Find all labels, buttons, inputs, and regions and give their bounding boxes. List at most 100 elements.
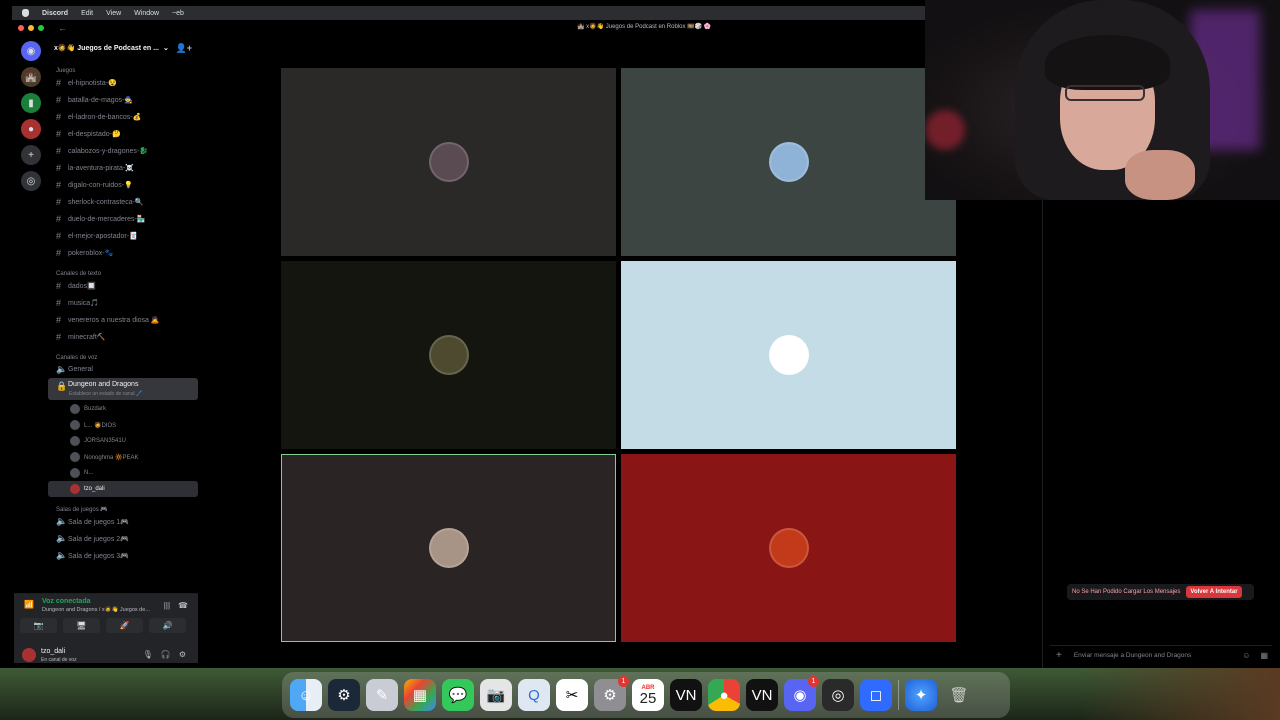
- avatar[interactable]: [22, 648, 36, 662]
- gear-icon[interactable]: ⚙: [179, 650, 186, 659]
- participant-tile[interactable]: [621, 454, 956, 642]
- channel-item[interactable]: # el-hipnotista-😵: [48, 74, 198, 91]
- channel-item[interactable]: # digalo-con-ruidos-💡: [48, 176, 198, 193]
- noise-suppression-icon[interactable]: |||: [164, 601, 170, 610]
- mic-icon[interactable]: 🎙: [143, 650, 153, 659]
- invite-icon[interactable]: 👤+: [176, 43, 192, 54]
- voice-user[interactable]: L... 🧔DIOS: [48, 417, 198, 433]
- add-attachment-icon[interactable]: +: [1056, 650, 1062, 661]
- voice-channel[interactable]: 🔈 Sala de juegos 3🎮: [48, 547, 198, 564]
- channel-item[interactable]: # minecraft⛏️: [48, 328, 198, 345]
- launchpad-icon[interactable]: ▦: [404, 679, 436, 711]
- channel-item[interactable]: # el-mejor-apostador-🃏: [48, 227, 198, 244]
- emoji-icon[interactable]: ☺: [1242, 651, 1250, 660]
- channel-item[interactable]: # duelo-de-mercaderes-🏪: [48, 210, 198, 227]
- screen-share-button[interactable]: 🖥: [63, 618, 100, 633]
- zoom-window-button[interactable]: [38, 25, 44, 31]
- voice-user[interactable]: N...: [48, 465, 198, 481]
- activities-button[interactable]: 🚀: [106, 618, 143, 633]
- server-icon-red[interactable]: ●: [21, 119, 41, 139]
- roblox-icon[interactable]: ◻: [860, 679, 892, 711]
- menu-view[interactable]: View: [106, 10, 121, 17]
- vn-editor-icon[interactable]: VN: [670, 679, 702, 711]
- close-window-button[interactable]: [18, 25, 24, 31]
- voice-channel[interactable]: 🔈 Sala de juegos 2🎮: [48, 530, 198, 547]
- voice-channel-general[interactable]: 🔈 General: [48, 361, 198, 378]
- avatar: [428, 335, 469, 375]
- discord-dock-icon[interactable]: ◉ 1: [784, 676, 819, 711]
- avatar: [70, 468, 80, 478]
- voice-user[interactable]: JORSAN3541U: [48, 433, 198, 449]
- menu-app-discord[interactable]: Discord: [42, 10, 68, 17]
- quicktime-icon[interactable]: Q: [518, 679, 550, 711]
- add-server-icon[interactable]: +: [21, 145, 41, 165]
- back-arrow-icon[interactable]: ←: [58, 23, 67, 33]
- avatar: [768, 142, 809, 182]
- retry-button[interactable]: Volver A Intentar: [1186, 586, 1242, 598]
- channel-item[interactable]: # pokeroblox-🐾: [48, 244, 198, 261]
- server-icon-green[interactable]: ▮: [21, 93, 41, 113]
- headphones-icon[interactable]: 🎧: [161, 650, 171, 659]
- voice-channel-path[interactable]: Dungeon and Dragons / x🧔👋 Juegos de...: [42, 607, 150, 613]
- chrome-icon[interactable]: ●: [708, 679, 740, 711]
- channel-item[interactable]: # el-despistado-🤔: [48, 125, 198, 142]
- trash-icon[interactable]: 🗑: [943, 679, 975, 711]
- screenshot-icon[interactable]: 📷: [480, 679, 512, 711]
- avatar: [70, 420, 80, 430]
- capcut-icon[interactable]: ✂: [556, 679, 588, 711]
- channel-item[interactable]: # sherlock-contrasteca-🔍: [48, 193, 198, 210]
- minimize-window-button[interactable]: [28, 25, 34, 31]
- soundboard-button[interactable]: 🔊: [149, 618, 186, 633]
- hash-icon: #: [56, 213, 62, 224]
- messages-icon[interactable]: 💬: [442, 679, 474, 711]
- calendar-icon[interactable]: ABR 25: [632, 679, 664, 711]
- channel-label: pokeroblox-🐾: [68, 249, 114, 257]
- participant-tile[interactable]: [281, 68, 616, 256]
- participant-tile-speaking[interactable]: [281, 454, 616, 642]
- apple-icon[interactable]: [22, 9, 29, 17]
- channel-item[interactable]: # el-ladron-de-bancos-💰: [48, 108, 198, 125]
- category-voz[interactable]: Canales de voz: [48, 349, 198, 361]
- menu-window[interactable]: Window: [134, 10, 159, 17]
- camera-off-button[interactable]: 📷: [20, 618, 57, 633]
- notes-icon[interactable]: ✎: [366, 679, 398, 711]
- channel-item[interactable]: # dados🔲: [48, 277, 198, 294]
- hash-icon: #: [56, 196, 62, 207]
- channel-item[interactable]: # musica🎵: [48, 294, 198, 311]
- channel-item[interactable]: # calabozos-y-dragones-🐉: [48, 142, 198, 159]
- user-name[interactable]: tzo_dali: [41, 648, 65, 655]
- voice-user[interactable]: Nonoghma 🔆PEAK: [48, 449, 198, 465]
- participant-tile[interactable]: [621, 68, 956, 256]
- disconnect-icon[interactable]: ☎: [178, 601, 188, 610]
- steam-icon[interactable]: ⚙: [328, 679, 360, 711]
- server-header[interactable]: x🧔👋 Juegos de Podcast en ... ⌄ 👤+: [48, 38, 198, 58]
- channel-item[interactable]: # venereros a nuestra diosa 🙇: [48, 311, 198, 328]
- voice-user-name: Buzdark: [84, 406, 107, 412]
- webcam-glasses: [1065, 85, 1145, 101]
- category-texto[interactable]: Canales de texto: [48, 265, 198, 277]
- safari-icon[interactable]: ✦: [905, 679, 937, 711]
- server-icon-podcast[interactable]: 🏰: [21, 67, 41, 87]
- category-juegos[interactable]: Juegos: [48, 62, 198, 74]
- vn-editor-icon-2[interactable]: VN: [746, 679, 778, 711]
- participant-tile[interactable]: [281, 261, 616, 449]
- voice-channel[interactable]: 🔈 Sala de juegos 1🎮: [48, 513, 198, 530]
- category-salas[interactable]: Salas de juegos 🎮: [48, 501, 198, 513]
- obs-icon[interactable]: ◎: [822, 679, 854, 711]
- voice-status[interactable]: Voz conectada: [42, 598, 91, 605]
- explore-icon[interactable]: ◎: [21, 171, 41, 191]
- channel-item[interactable]: # batalla-de-magos-🧙: [48, 91, 198, 108]
- voice-user[interactable]: Buzdark: [48, 401, 198, 417]
- system-settings-icon[interactable]: ⚙ 1: [594, 676, 629, 711]
- apps-icon[interactable]: ▦: [1260, 651, 1268, 660]
- channel-label: el-mejor-apostador-🃏: [68, 232, 138, 240]
- menu-extra[interactable]: ~eb: [172, 10, 184, 17]
- voice-user-self[interactable]: tzo_dali: [48, 481, 198, 497]
- channel-item[interactable]: # la-aventura-pirata-☠️: [48, 159, 198, 176]
- channel-status[interactable]: Establece un estado de canal 🖊️: [48, 391, 198, 401]
- message-input[interactable]: + Enviar mensaje a Dungeon and Dragons ☺…: [1050, 645, 1272, 665]
- finder-icon[interactable]: ☺: [290, 679, 322, 711]
- menu-edit[interactable]: Edit: [81, 10, 93, 17]
- participant-tile[interactable]: [621, 261, 956, 449]
- discord-home-icon[interactable]: ◉: [21, 41, 41, 61]
